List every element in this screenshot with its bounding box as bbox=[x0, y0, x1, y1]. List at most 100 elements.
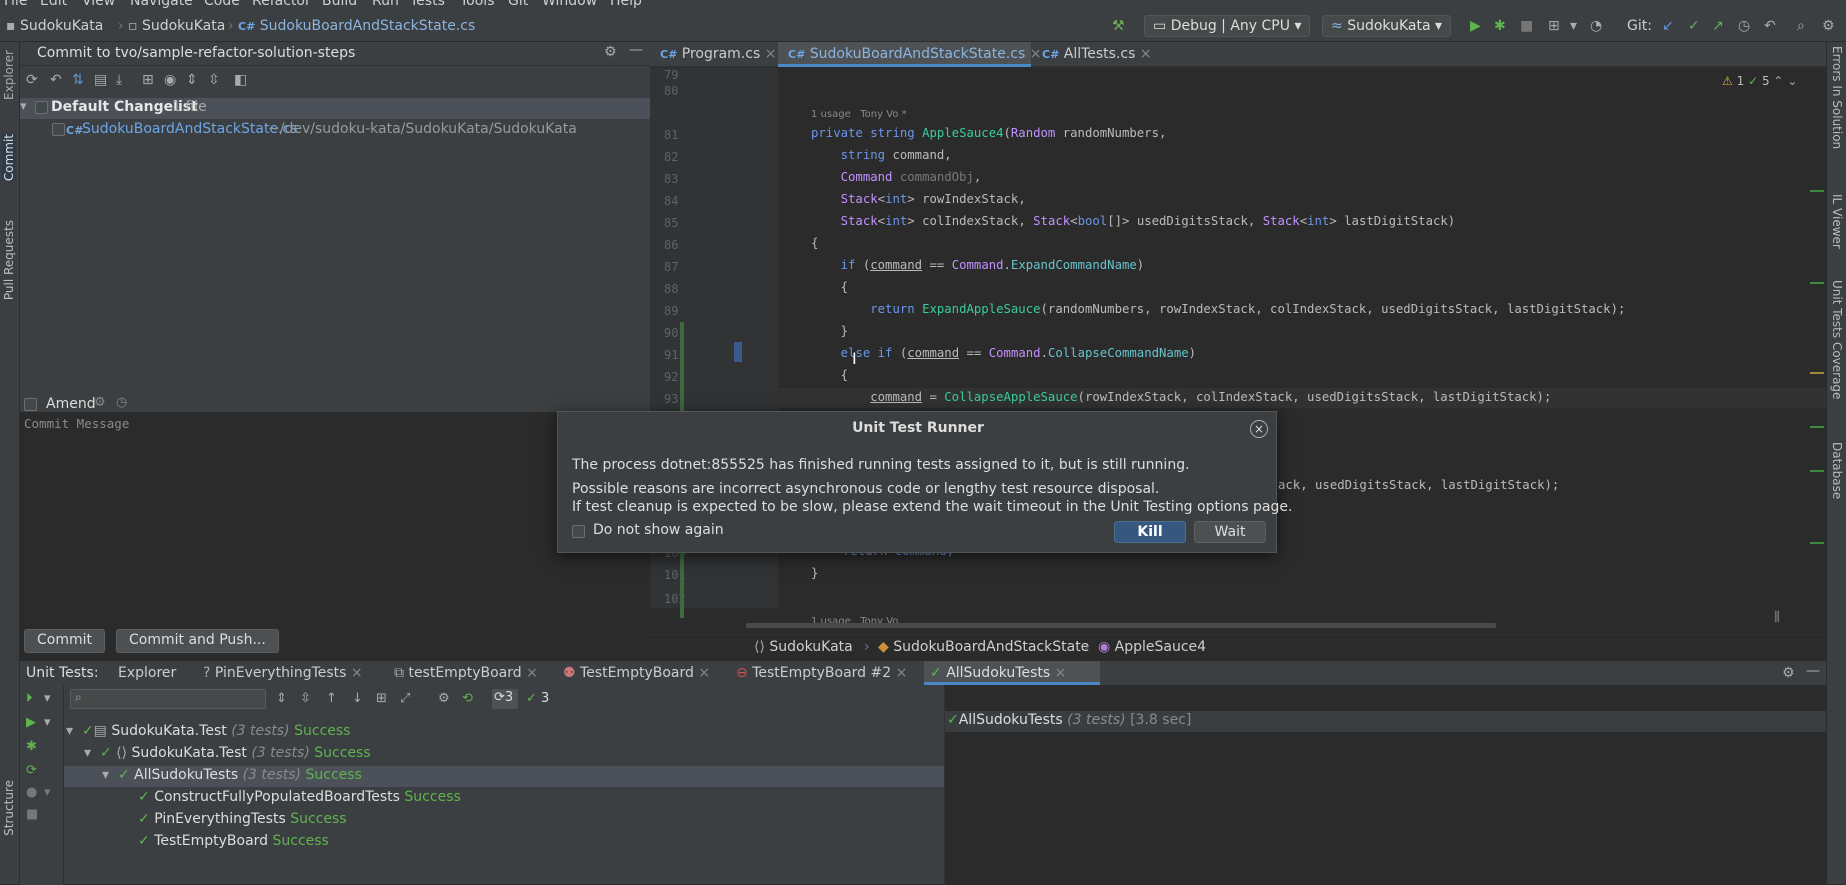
filter-running[interactable]: ⟳3 bbox=[492, 689, 518, 709]
debug-icon[interactable]: ✱ bbox=[1494, 18, 1506, 34]
tab-pin-everything-tests[interactable]: ? PinEverythingTests × bbox=[203, 665, 363, 681]
gear-icon[interactable]: ⚙ bbox=[1782, 665, 1795, 681]
nav-crumb-solution[interactable]: ▪ SudokuKata bbox=[6, 18, 103, 34]
chevron-down-icon[interactable]: ▾ bbox=[1570, 18, 1577, 34]
menu-view[interactable]: View bbox=[82, 0, 115, 9]
menu-help[interactable]: Help bbox=[610, 0, 642, 9]
tree-row[interactable]: ▾ ✓ ⟨⟩ SudokuKata.Test (3 tests) Success bbox=[84, 745, 371, 761]
expand-all-icon[interactable]: ⇕ bbox=[276, 691, 287, 706]
git-update-icon[interactable]: ↙ bbox=[1662, 18, 1674, 34]
close-icon[interactable]: × bbox=[765, 46, 777, 62]
commit-and-push-button[interactable]: Commit and Push... bbox=[116, 629, 279, 653]
chevron-down-icon[interactable]: ▾ bbox=[44, 691, 51, 706]
rerun-icon[interactable]: ⟳ bbox=[26, 763, 37, 778]
run-icon[interactable]: ▶ bbox=[26, 715, 36, 730]
changelist-checkbox[interactable] bbox=[35, 101, 48, 114]
gear-icon[interactable]: ⚙ bbox=[94, 395, 106, 410]
menu-tests[interactable]: Tests bbox=[410, 0, 445, 9]
tool-database[interactable]: Database bbox=[1830, 442, 1844, 499]
changed-file-row[interactable]: C# SudokuBoardAndStackState.cs ~/dev/sud… bbox=[20, 120, 650, 141]
tool-explorer[interactable]: Explorer bbox=[2, 50, 16, 100]
rollback-icon[interactable]: ↶ bbox=[1764, 18, 1776, 34]
history-icon[interactable]: ◷ bbox=[1738, 18, 1750, 34]
collapse-all-icon[interactable]: ⇳ bbox=[300, 691, 311, 706]
minimize-icon[interactable]: — bbox=[1806, 663, 1820, 679]
menu-window[interactable]: Window bbox=[542, 0, 597, 9]
chevron-down-icon[interactable]: ▾ bbox=[44, 785, 51, 800]
close-icon[interactable]: × bbox=[526, 665, 538, 681]
breadcrumb-method[interactable]: ◉ AppleSauce4 bbox=[1098, 639, 1206, 655]
rollback-icon[interactable]: ↶ bbox=[50, 72, 62, 88]
git-push-icon[interactable]: ↗ bbox=[1712, 18, 1724, 34]
tool-structure[interactable]: Structure bbox=[2, 780, 16, 836]
inspection-widget[interactable]: ⚠ 1 ✓ 5 ⌃ ⌄ bbox=[1722, 74, 1797, 88]
horizontal-scrollbar[interactable] bbox=[746, 623, 1496, 628]
group-by-icon[interactable]: ⊞ bbox=[142, 72, 154, 88]
menu-code[interactable]: Code bbox=[204, 0, 240, 9]
export-icon[interactable]: ⤢ bbox=[400, 691, 410, 706]
tree-row[interactable]: ✓ PinEverythingTests Success bbox=[138, 811, 347, 827]
chevron-down-icon[interactable]: ▾ bbox=[84, 745, 91, 761]
gear-icon[interactable]: ⚙ bbox=[438, 691, 450, 706]
nav-crumb-file[interactable]: C# SudokuBoardAndStackState.cs bbox=[238, 18, 475, 34]
hammer-icon[interactable]: ⚒ bbox=[1112, 18, 1125, 34]
chevron-up-icon[interactable]: ⌃ bbox=[1773, 74, 1783, 88]
breadcrumb-namespace[interactable]: ⟨⟩ SudokuKata bbox=[754, 639, 853, 655]
run-config-dropdown[interactable]: ≈ SudokuKata ▾ bbox=[1322, 15, 1452, 37]
close-icon[interactable]: × bbox=[351, 665, 363, 681]
build-config-dropdown[interactable]: ▭ Debug | Any CPU ▾ bbox=[1144, 15, 1311, 37]
chevron-down-icon[interactable]: ▾ bbox=[66, 723, 73, 739]
tab-test-empty-board-lower[interactable]: ⧉ testEmptyBoard × bbox=[394, 665, 538, 681]
tool-errors-in-solution[interactable]: Errors In Solution bbox=[1830, 46, 1844, 149]
eye-icon[interactable]: ◉ bbox=[164, 72, 176, 88]
reader-mode-icon[interactable]: ⫼ bbox=[1774, 610, 1780, 625]
run-all-icon[interactable]: ⏵ bbox=[26, 691, 33, 706]
breadcrumb-class[interactable]: ◆ SudokuBoardAndStackState bbox=[878, 639, 1089, 655]
chevron-down-icon[interactable]: ▾ bbox=[20, 99, 27, 114]
menu-git[interactable]: Git bbox=[508, 0, 528, 9]
tree-row[interactable]: ✓ TestEmptyBoard Success bbox=[138, 833, 329, 849]
tab-all-sudoku-tests[interactable]: ✓ AllSudokuTests × bbox=[930, 665, 1066, 681]
run-icon[interactable]: ▶ bbox=[1470, 18, 1481, 34]
tool-il-viewer[interactable]: IL Viewer bbox=[1830, 194, 1844, 249]
minimize-icon[interactable]: — bbox=[629, 42, 643, 58]
arrow-up-icon[interactable]: ↑ bbox=[326, 691, 337, 706]
menu-refactor[interactable]: Refactor bbox=[252, 0, 311, 9]
chevron-down-icon[interactable]: ⌄ bbox=[1787, 74, 1797, 88]
group-by-icon[interactable]: ⊞ bbox=[376, 691, 387, 706]
tool-unit-tests-coverage[interactable]: Unit Tests Coverage bbox=[1830, 280, 1844, 399]
update-icon[interactable]: ⇅ bbox=[72, 72, 84, 88]
preview-icon[interactable]: ◧ bbox=[234, 72, 247, 88]
chevron-down-icon[interactable]: ▾ bbox=[102, 767, 109, 783]
file-checkbox[interactable] bbox=[52, 123, 65, 136]
nav-crumb-project[interactable]: ▫ SudokuKata bbox=[128, 18, 225, 34]
chevron-down-icon[interactable]: ▾ bbox=[44, 715, 51, 730]
commit-button[interactable]: Commit bbox=[24, 629, 105, 653]
tab-sudoku-board-and-stack-state-cs[interactable]: C# SudokuBoardAndStackState.cs × bbox=[788, 46, 1041, 62]
kill-button[interactable]: Kill bbox=[1114, 521, 1186, 543]
track-running-icon[interactable]: ⟲ bbox=[462, 691, 473, 706]
menu-file[interactable]: File bbox=[4, 0, 27, 9]
refresh-icon[interactable]: ⟳ bbox=[26, 72, 38, 88]
wait-button[interactable]: Wait bbox=[1194, 521, 1266, 543]
gear-icon[interactable]: ⚙ bbox=[604, 44, 617, 60]
tab-test-empty-board[interactable]: ⚉ TestEmptyBoard × bbox=[563, 665, 710, 681]
amend-checkbox[interactable] bbox=[24, 398, 37, 411]
tab-program-cs[interactable]: C# Program.cs × bbox=[660, 46, 776, 62]
close-icon[interactable]: × bbox=[698, 665, 710, 681]
expand-all-icon[interactable]: ⇕ bbox=[186, 72, 198, 88]
menu-tools[interactable]: Tools bbox=[460, 0, 495, 9]
close-icon[interactable]: × bbox=[896, 665, 908, 681]
close-icon[interactable]: × bbox=[1030, 46, 1042, 62]
menu-edit[interactable]: Edit bbox=[40, 0, 67, 9]
changelist-row[interactable]: ▾ Default Changelist 1 file bbox=[20, 98, 650, 119]
tool-commit[interactable]: Commit bbox=[2, 134, 16, 182]
do-not-show-checkbox[interactable] bbox=[572, 525, 585, 538]
coverage-icon[interactable]: ⊞ bbox=[1548, 18, 1560, 34]
close-icon[interactable]: × bbox=[1055, 665, 1067, 681]
tree-row[interactable]: ✓ ConstructFullyPopulatedBoardTests Succ… bbox=[138, 789, 461, 805]
collapse-all-icon[interactable]: ⇳ bbox=[208, 72, 220, 88]
close-icon[interactable]: × bbox=[1250, 420, 1268, 438]
filter-passed[interactable]: ✓ 3 bbox=[526, 691, 549, 706]
menu-build[interactable]: Build bbox=[322, 0, 357, 9]
